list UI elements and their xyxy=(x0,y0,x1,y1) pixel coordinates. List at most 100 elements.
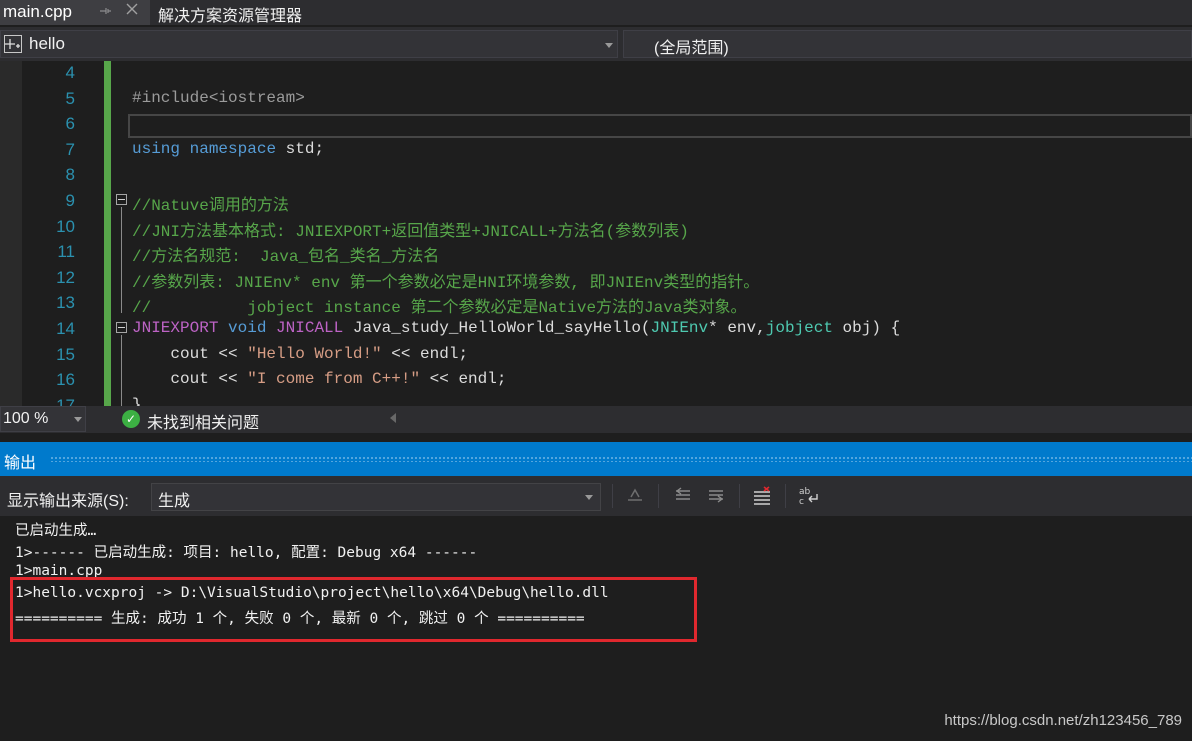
code-token: JNIEnv xyxy=(650,319,709,337)
output-panel-title: 输出 xyxy=(0,442,1192,476)
code-text: //方法名规范: Java_包名_类名_方法名 xyxy=(132,242,439,266)
code-token: cout << xyxy=(132,370,248,389)
code-text: cout << "Hello World!" << endl; xyxy=(132,345,468,363)
next-message-icon[interactable] xyxy=(705,485,727,507)
code-text: #include<iostream> xyxy=(132,89,305,107)
line-number: 12 xyxy=(56,267,75,287)
chevron-down-icon xyxy=(585,495,593,500)
code-token: std; xyxy=(276,139,325,158)
previous-message-icon[interactable] xyxy=(672,485,694,507)
watermark: https://blog.csdn.net/zh123456_789 xyxy=(944,712,1182,729)
fold-guide xyxy=(121,335,122,406)
code-line[interactable]: 14 JNIEXPORT void JNICALL Java_study_Hell… xyxy=(0,317,1192,342)
code-token: #include<iostream> xyxy=(132,88,305,107)
scope-dropdown[interactable]: (全局范围) xyxy=(623,30,1192,58)
code-token: * env, xyxy=(708,319,766,337)
code-line[interactable]: 8 xyxy=(0,163,1192,188)
tab-main-cpp[interactable]: main.cpp xyxy=(0,0,150,25)
code-text: } xyxy=(132,396,142,406)
code-token: cout << xyxy=(132,344,248,363)
scroll-left-icon[interactable] xyxy=(390,413,396,423)
tab-title: main.cpp xyxy=(3,2,72,21)
code-line[interactable]: 7 using namespace std; xyxy=(0,138,1192,163)
output-source-label: 显示输出来源(S): xyxy=(7,493,129,510)
line-number: 17 xyxy=(56,395,75,406)
output-line: 1>------ 已启动生成: 项目: hello, 配置: Debug x64… xyxy=(15,545,478,561)
code-text: // jobject instance 第二个参数必定是Native方法的Jav… xyxy=(132,293,746,317)
fold-toggle-icon[interactable] xyxy=(116,194,127,205)
code-line[interactable]: 16 cout << "I come from C++!" << endl; xyxy=(0,368,1192,393)
project-icon xyxy=(4,35,22,53)
line-number: 16 xyxy=(56,370,75,390)
output-source-dropdown[interactable]: 生成 xyxy=(151,483,601,511)
code-token: //参数列表: JNIEnv* env 第一个参数必定是HNI环境参数, 即JN… xyxy=(132,273,760,292)
code-line[interactable]: 11 //方法名规范: Java_包名_类名_方法名 xyxy=(0,240,1192,266)
clear-all-icon[interactable] xyxy=(751,485,773,507)
fold-toggle-icon[interactable] xyxy=(116,322,127,333)
annotation-highlight-box xyxy=(10,577,697,642)
code-token: "Hello World!" xyxy=(247,344,382,363)
line-number: 6 xyxy=(65,114,75,134)
code-token: JNIEXPORT xyxy=(132,319,219,337)
code-text: JNIEXPORT void JNICALL Java_study_HelloW… xyxy=(132,319,900,337)
code-line[interactable]: 13 // jobject instance 第二个参数必定是Native方法的J… xyxy=(0,291,1192,317)
pin-icon[interactable] xyxy=(98,4,114,20)
code-token: JNICALL xyxy=(276,319,344,337)
code-line[interactable]: 5 #include<iostream> xyxy=(0,87,1192,112)
line-number: 11 xyxy=(57,242,75,262)
scope-label: (全局范围) xyxy=(654,40,729,57)
code-line[interactable]: 17} xyxy=(0,394,1192,406)
check-circle-icon: ✓ xyxy=(122,410,140,428)
line-number: 14 xyxy=(56,319,75,338)
code-line[interactable]: 15 cout << "Hello World!" << endl; xyxy=(0,343,1192,368)
code-line[interactable]: 6 xyxy=(0,112,1192,137)
go-to-error-icon[interactable] xyxy=(624,485,646,507)
code-line[interactable]: 12 //参数列表: JNIEnv* env 第一个参数必定是HNI环境参数, 即… xyxy=(0,266,1192,292)
toolbar-separator xyxy=(612,484,613,508)
zoom-dropdown[interactable]: 100 % xyxy=(0,406,86,432)
code-token: << endl; xyxy=(381,344,469,363)
output-title: 输出 xyxy=(4,455,37,472)
output-source-value: 生成 xyxy=(158,493,191,510)
project-dropdown[interactable]: hello xyxy=(0,30,618,58)
code-token: obj) { xyxy=(832,319,901,337)
editor-status-strip: 100 % ✓ 未找到相关问题 xyxy=(0,406,1192,433)
tab-solution-explorer[interactable]: 解决方案资源管理器 xyxy=(158,2,302,26)
code-token: jobject xyxy=(765,319,833,337)
code-token: //JNI方法基本格式: JNIEXPORT+返回值类型+JNICALL+方法名… xyxy=(132,222,689,241)
code-token: void xyxy=(228,319,267,337)
chevron-down-icon xyxy=(74,417,82,422)
code-editor[interactable]: 4 5 #include<iostream> 6 7 using namespace st… xyxy=(0,61,1192,406)
chevron-down-icon xyxy=(605,43,613,48)
line-number: 15 xyxy=(56,344,75,364)
svg-text:ab: ab xyxy=(799,487,811,497)
project-name: hello xyxy=(29,34,65,53)
grip-dots[interactable] xyxy=(50,456,1192,462)
fold-guide xyxy=(121,207,122,313)
zoom-level: 100 % xyxy=(3,410,49,427)
code-token: using xyxy=(132,139,181,158)
word-wrap-icon[interactable]: ab c xyxy=(798,485,820,507)
code-token: // jobject instance 第二个参数必定是Native方法的Jav… xyxy=(132,299,747,318)
line-number: 7 xyxy=(65,139,75,159)
code-line[interactable]: 4 xyxy=(0,61,1192,86)
line-number: 4 xyxy=(65,63,75,82)
code-text: cout << "I come from C++!" << endl; xyxy=(132,370,506,388)
line-number: 5 xyxy=(65,88,75,108)
issues-status[interactable]: 未找到相关问题 xyxy=(147,409,259,433)
code-line[interactable]: 10 //JNI方法基本格式: JNIEXPORT+返回值类型+JNICALL+方… xyxy=(0,215,1192,241)
close-icon[interactable] xyxy=(124,1,142,21)
code-token: namespace xyxy=(189,139,277,158)
code-token: Java_study_HelloWorld_sayHello( xyxy=(343,319,651,337)
line-number: 8 xyxy=(65,165,75,185)
document-tab-bar: main.cpp 解决方案资源管理器 xyxy=(0,0,1192,25)
code-line[interactable]: 9 //Natuve调用的方法 xyxy=(0,189,1192,215)
line-number: 9 xyxy=(65,191,75,210)
toolbar-separator xyxy=(739,484,740,508)
line-number: 10 xyxy=(56,216,75,236)
code-token: "I come from C++!" xyxy=(247,370,421,389)
line-number: 13 xyxy=(56,293,75,313)
